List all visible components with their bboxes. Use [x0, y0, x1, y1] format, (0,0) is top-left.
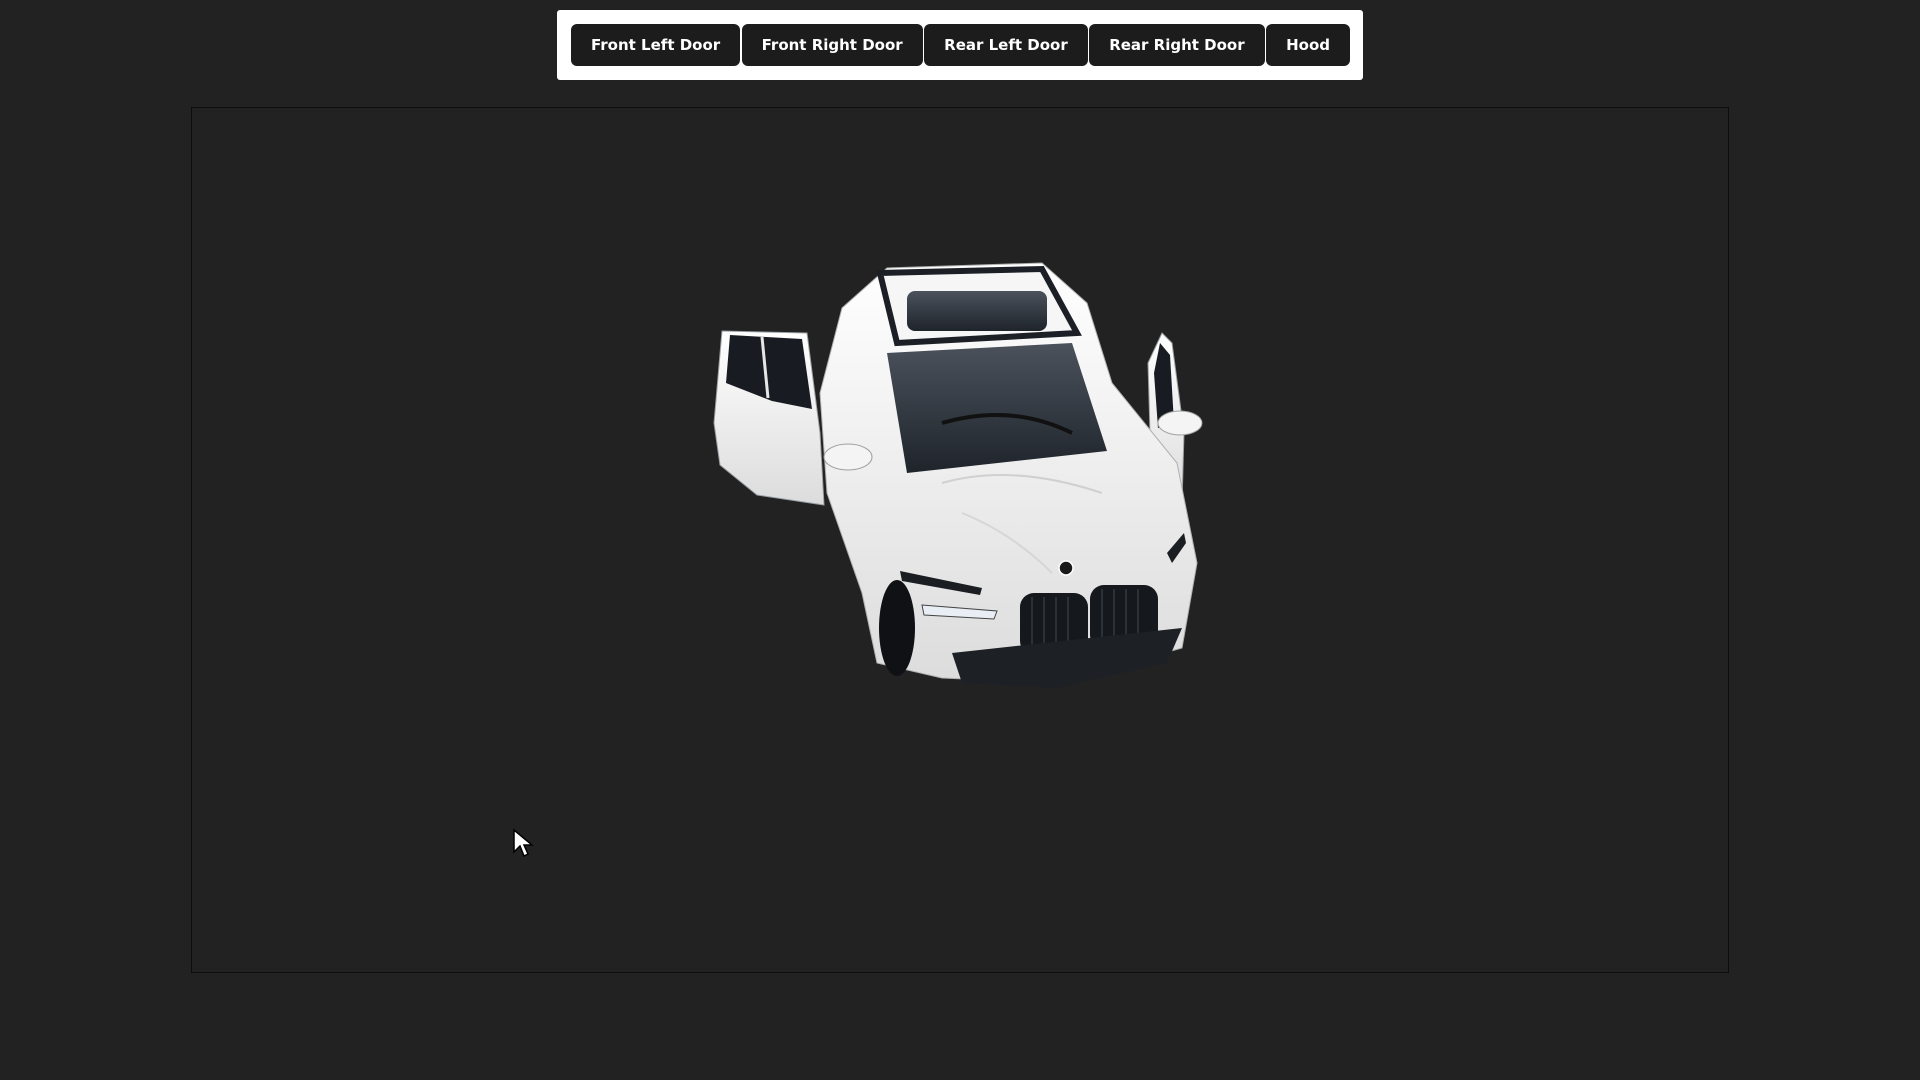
sunroof [907, 291, 1047, 331]
mouse-cursor-icon [513, 828, 535, 858]
windshield [887, 343, 1107, 473]
3d-viewer-canvas[interactable] [191, 107, 1729, 973]
door-control-toolbar: Front Left Door Front Right Door Rear Le… [557, 10, 1363, 80]
brand-logo [1058, 560, 1074, 576]
rear-right-door-button[interactable]: Rear Right Door [1089, 24, 1265, 66]
rear-left-door-button[interactable]: Rear Left Door [924, 24, 1088, 66]
front-right-door-button[interactable]: Front Right Door [741, 24, 923, 66]
left-mirror [823, 443, 873, 471]
front-left-door-button[interactable]: Front Left Door [571, 24, 741, 66]
hood-button[interactable]: Hood [1266, 24, 1350, 66]
front-left-wheel [879, 580, 915, 676]
suv-model-illustration[interactable] [712, 233, 1232, 713]
right-mirror [1157, 410, 1203, 436]
